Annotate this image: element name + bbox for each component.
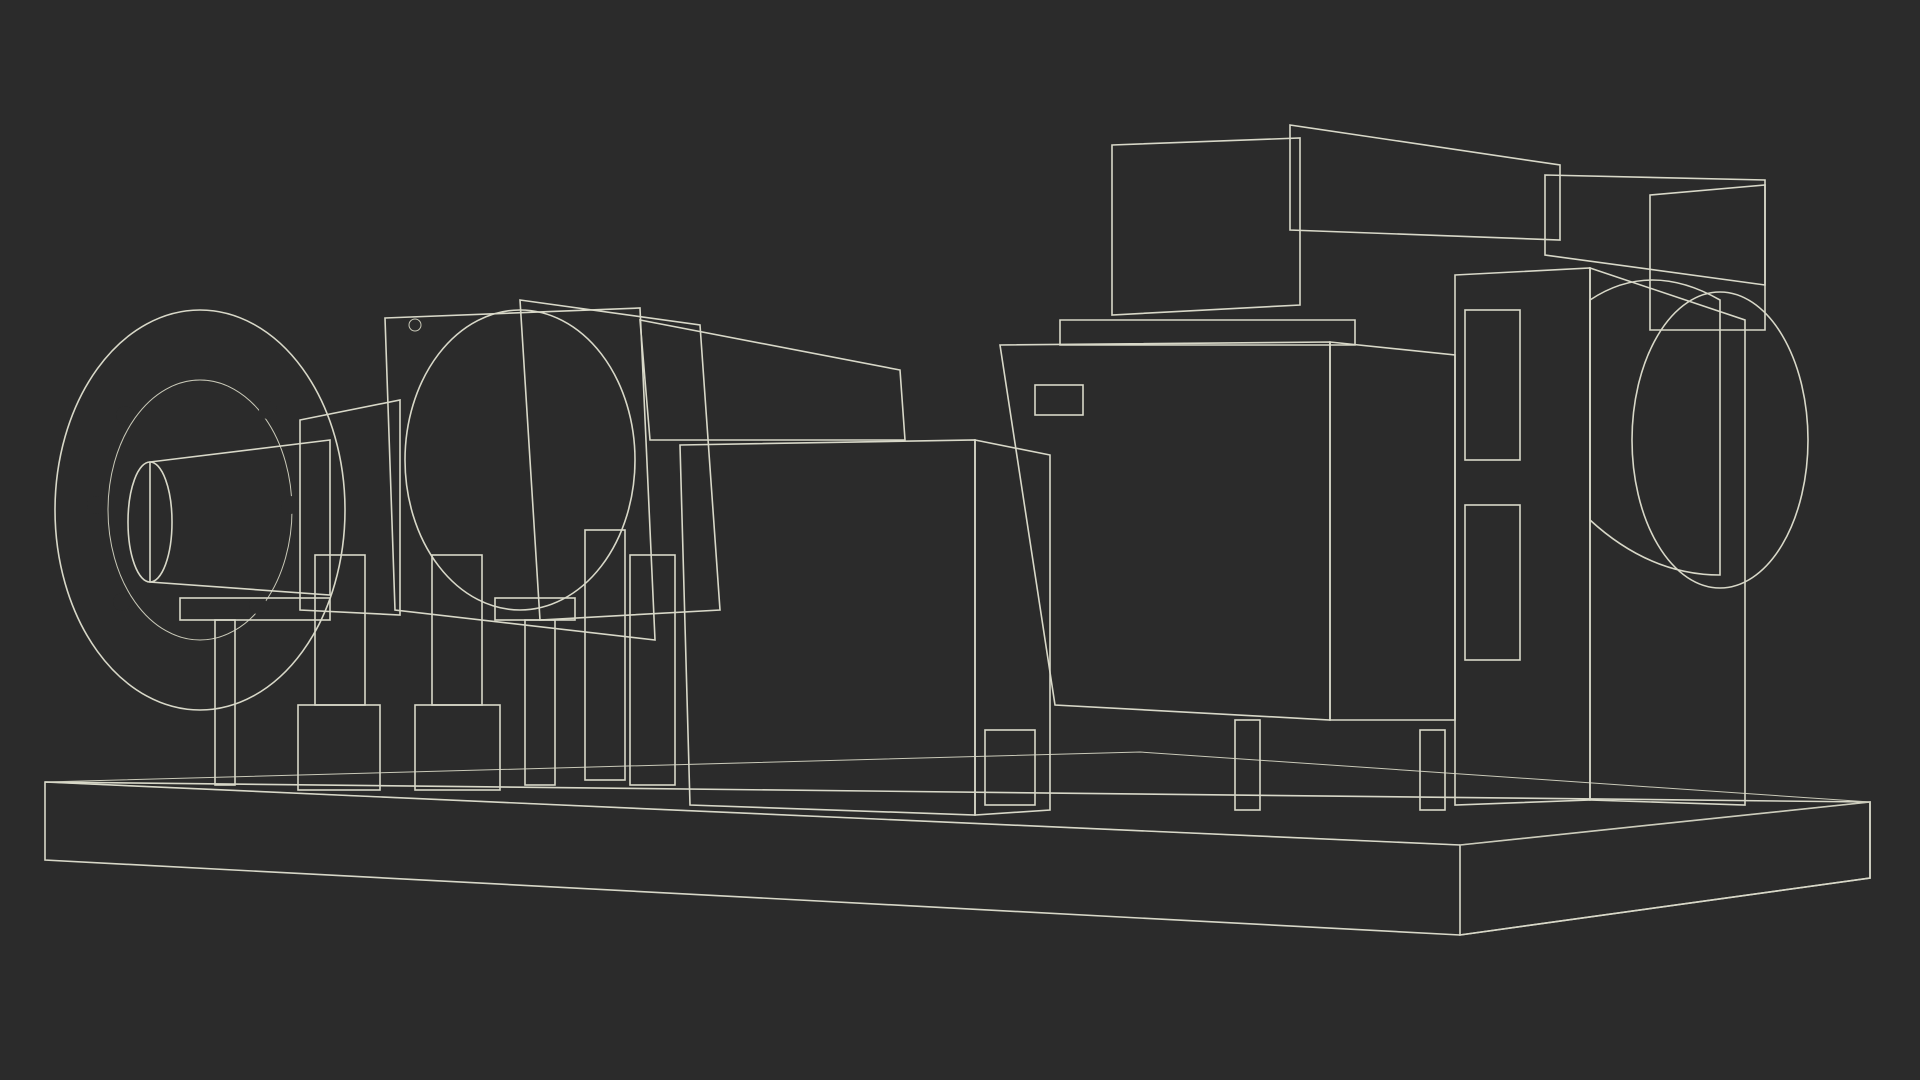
- exhaust-duct: [127, 399, 401, 616]
- control-enclosure: [679, 439, 1051, 816]
- wireframe-model: [44, 124, 1871, 936]
- overhead-duct: [1111, 124, 1766, 331]
- render-viewport: [0, 0, 1920, 1080]
- turbine-casing: [384, 299, 906, 641]
- support-stands: [179, 529, 676, 791]
- base-skid: [44, 751, 1871, 936]
- generator-housing: [999, 319, 1456, 811]
- air-intake: [1454, 266, 1809, 806]
- exhaust-flange: [54, 309, 346, 711]
